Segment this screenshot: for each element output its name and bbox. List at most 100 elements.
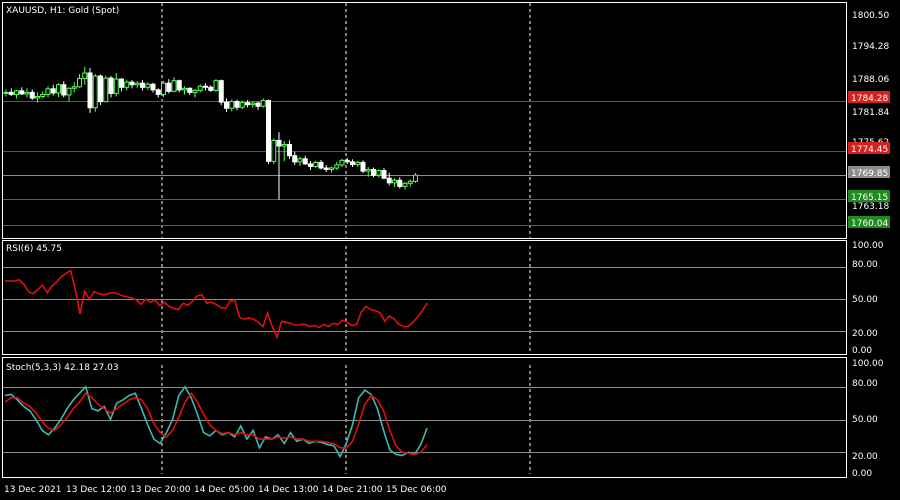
- candle-body: [176, 80, 182, 91]
- candle-body: [29, 91, 35, 99]
- candle-body: [171, 80, 177, 92]
- time-label: 14 Dec 21:00: [322, 485, 383, 495]
- candle-body: [287, 144, 292, 157]
- candle-body: [292, 155, 298, 163]
- chart-title: XAUUSD, H1: Gold (Spot): [6, 6, 119, 16]
- candle-body: [281, 144, 287, 147]
- rsi-pane[interactable]: RSI(6) 45.75: [2, 240, 847, 355]
- rsi-tick: 0.00: [852, 346, 872, 356]
- candle-body: [187, 87, 193, 93]
- candle-body: [355, 161, 361, 165]
- price-grid: [161, 3, 531, 238]
- candle-body: [82, 72, 88, 80]
- stoch-grid: [3, 365, 846, 474]
- candle-body: [24, 91, 30, 95]
- rsi-grid: [3, 246, 846, 352]
- candle-body: [392, 179, 397, 184]
- support-tag: 1765.15: [851, 193, 888, 203]
- price-axis[interactable]: 1800.50 1794.28 1788.06 1781.84 1775.62 …: [852, 11, 889, 212]
- candle-body: [208, 86, 214, 91]
- candle-body: [302, 158, 308, 165]
- candle-body: [3, 91, 9, 94]
- time-label: 13 Dec 2021: [4, 485, 62, 495]
- time-label: 15 Dec 06:00: [386, 485, 447, 495]
- candle-body: [297, 158, 303, 163]
- time-label: 14 Dec 05:00: [194, 485, 255, 495]
- candle-body: [376, 170, 382, 176]
- candle-body: [318, 161, 324, 169]
- candle-body: [255, 102, 261, 107]
- stoch-tick: 0.00: [852, 469, 872, 479]
- candle-body: [386, 177, 392, 184]
- rsi-tick: 50.00: [852, 295, 878, 305]
- candle-body: [339, 159, 345, 166]
- candle-body: [334, 164, 340, 169]
- time-label: 14 Dec 13:00: [258, 485, 319, 495]
- candle-body: [98, 75, 103, 103]
- candle-body: [140, 82, 145, 88]
- trading-chart[interactable]: XAUUSD, H1: Gold (Spot) 1800.50 1794.28 …: [0, 0, 900, 500]
- candle-body: [40, 93, 46, 97]
- stoch-pane[interactable]: Stoch(5,3,3) 42.18 27.03: [2, 357, 847, 478]
- candle-body: [8, 91, 14, 95]
- price-tick: 1763.18: [852, 202, 889, 212]
- stoch-tick: 20.00: [852, 452, 878, 462]
- candle-body: [119, 78, 124, 88]
- stoch-title: Stoch(5,3,3) 42.18 27.03: [6, 363, 119, 373]
- candle-body: [192, 89, 198, 93]
- candle-body: [350, 161, 355, 165]
- candle-body: [213, 80, 219, 91]
- candle-body: [108, 77, 114, 94]
- price-pane[interactable]: XAUUSD, H1: Gold (Spot): [2, 2, 847, 239]
- rsi-tick: 20.00: [852, 329, 878, 339]
- candle-body: [276, 139, 282, 147]
- candle-body: [224, 101, 229, 109]
- candle-body: [329, 167, 334, 171]
- stoch-main-line: [4, 385, 428, 459]
- rsi-tick: 80.00: [852, 260, 878, 270]
- level-lines: [3, 101, 846, 226]
- candle-body: [197, 85, 203, 91]
- stoch-tick: 50.00: [852, 415, 878, 425]
- candle-body: [87, 72, 93, 109]
- stoch-signal-line: [4, 391, 428, 456]
- candle-body: [413, 174, 418, 182]
- candlesticks[interactable]: [3, 66, 418, 200]
- candle-body: [245, 102, 250, 106]
- time-label: 13 Dec 12:00: [66, 485, 127, 495]
- candle-body: [250, 102, 256, 106]
- candle-body: [360, 161, 366, 172]
- candle-body: [371, 169, 376, 176]
- resistance-tag: 1774.45: [851, 145, 888, 155]
- price-pane-frame: [2, 2, 847, 239]
- candle-body: [266, 100, 271, 162]
- candle-body: [155, 89, 161, 95]
- candle-body: [344, 159, 350, 163]
- candle-body: [407, 180, 413, 184]
- candle-body: [92, 75, 98, 109]
- candle-body: [166, 82, 172, 92]
- candle-body: [77, 78, 82, 88]
- candle-body: [323, 167, 329, 171]
- price-tick: 1781.84: [852, 108, 889, 118]
- candle-body: [234, 101, 240, 108]
- stoch-tick: 80.00: [852, 379, 878, 389]
- candle-body: [50, 88, 56, 94]
- resistance-tag: 1784.28: [851, 94, 888, 104]
- candle-body: [402, 182, 408, 187]
- price-tick: 1794.28: [852, 42, 889, 52]
- candle-body: [129, 81, 135, 86]
- candle-body: [56, 84, 61, 94]
- candle-body: [124, 81, 130, 88]
- stoch-line-group: [4, 385, 428, 459]
- candle-body: [19, 90, 25, 95]
- time-label: 13 Dec 20:00: [130, 485, 191, 495]
- candle-body: [381, 170, 387, 179]
- time-axis[interactable]: 13 Dec 2021 13 Dec 12:00 13 Dec 20:00 14…: [4, 485, 447, 495]
- candle-body: [35, 95, 40, 99]
- rsi-line: [5, 269, 428, 340]
- rsi-line-group: [5, 269, 428, 340]
- candle-body: [134, 82, 140, 86]
- current-price-tag: 1769.85: [851, 169, 888, 179]
- candle-body: [182, 87, 187, 91]
